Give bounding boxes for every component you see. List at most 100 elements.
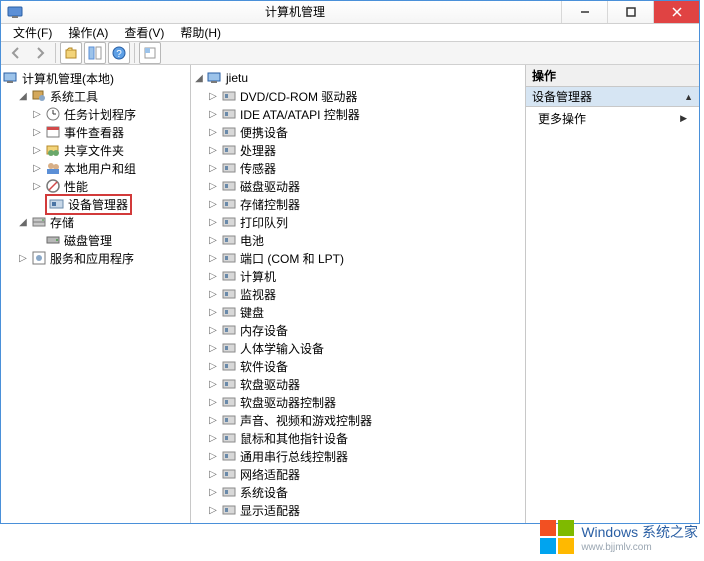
expand-icon[interactable]: ▷ (207, 217, 219, 228)
expand-icon[interactable]: ▷ (207, 433, 219, 444)
actions-section[interactable]: 设备管理器 ▲ (526, 87, 699, 107)
window-buttons (561, 1, 699, 23)
expand-icon[interactable]: ▷ (207, 469, 219, 480)
device-category[interactable]: ▷键盘 (193, 303, 523, 321)
device-category[interactable]: ▷人体学输入设备 (193, 339, 523, 357)
expand-icon[interactable]: ▷ (207, 487, 219, 498)
device-label: IDE ATA/ATAPI 控制器 (240, 106, 360, 123)
device-category[interactable]: ▷ 监视器 (193, 285, 523, 303)
device-icon (221, 196, 237, 212)
device-category[interactable]: ▷网络适配器 (193, 465, 523, 483)
close-button[interactable] (653, 1, 699, 23)
expand-icon[interactable]: ▷ (207, 289, 219, 300)
device-category[interactable]: ▷便携设备 (193, 123, 523, 141)
expand-icon[interactable]: ▷ (207, 145, 219, 156)
forward-button[interactable] (29, 42, 51, 64)
nav-system-tools[interactable]: ◢ 系统工具 (3, 87, 188, 105)
device-category[interactable]: ▷计算机 (193, 267, 523, 285)
nav-event-viewer[interactable]: ▷ 事件查看器 (3, 123, 188, 141)
expand-icon[interactable]: ▷ (207, 199, 219, 210)
properties-button[interactable] (84, 42, 106, 64)
device-category[interactable]: ▷打印队列 (193, 213, 523, 231)
services-icon (31, 250, 47, 266)
expand-icon[interactable]: ▷ (207, 163, 219, 174)
nav-device-manager[interactable]: 设备管理器 (3, 195, 188, 213)
expand-icon[interactable]: ▷ (207, 343, 219, 354)
expand-icon[interactable]: ▷ (207, 325, 219, 336)
expand-icon[interactable]: ▷ (31, 163, 43, 174)
watermark: Windows 系统之家 www.bjjmlv.com (539, 519, 698, 555)
device-category[interactable]: ▷电池 (193, 231, 523, 249)
up-button[interactable] (60, 42, 82, 64)
collapse-icon[interactable]: ◢ (193, 73, 205, 84)
refresh-button[interactable] (139, 42, 161, 64)
expand-icon[interactable]: ▷ (207, 397, 219, 408)
titlebar: 计算机管理 (1, 1, 699, 24)
expand-icon[interactable]: ▷ (207, 91, 219, 102)
device-root[interactable]: ◢ jietu (193, 69, 523, 87)
device-label: 存储控制器 (240, 196, 300, 213)
device-category[interactable]: ▷内存设备 (193, 321, 523, 339)
expand-icon[interactable]: ▷ (31, 181, 43, 192)
menu-view[interactable]: 查看(V) (116, 24, 172, 41)
expand-icon[interactable]: ▷ (207, 235, 219, 246)
device-category[interactable]: ▷ 存储控制器 (193, 195, 523, 213)
device-category[interactable]: ▷ IDE ATA/ATAPI 控制器 (193, 105, 523, 123)
nav-storage[interactable]: ◢ 存储 (3, 213, 188, 231)
back-button[interactable] (5, 42, 27, 64)
device-category[interactable]: ▷端口 (COM 和 LPT) (193, 249, 523, 267)
expand-icon[interactable]: ▷ (207, 109, 219, 120)
expand-icon[interactable]: ▷ (31, 127, 43, 138)
expand-icon[interactable]: ▷ (207, 307, 219, 318)
expand-icon[interactable]: ▷ (207, 253, 219, 264)
device-category[interactable]: ▷软盘驱动器控制器 (193, 393, 523, 411)
expand-icon[interactable]: ▷ (207, 379, 219, 390)
nav-disk-management[interactable]: 磁盘管理 (3, 231, 188, 249)
expand-icon[interactable]: ▷ (207, 181, 219, 192)
nav-local-users[interactable]: ▷ 本地用户和组 (3, 159, 188, 177)
device-label: 监视器 (240, 286, 276, 303)
collapse-icon[interactable]: ◢ (17, 217, 29, 228)
nav-services[interactable]: ▷ 服务和应用程序 (3, 249, 188, 267)
device-label: 通用串行总线控制器 (240, 448, 348, 465)
help-button[interactable]: ? (108, 42, 130, 64)
expand-icon[interactable]: ▷ (31, 145, 43, 156)
maximize-button[interactable] (607, 1, 653, 23)
nav-shared-folders[interactable]: ▷ 共享文件夹 (3, 141, 188, 159)
window-title: 计算机管理 (29, 3, 561, 20)
nav-task-scheduler[interactable]: ▷ 任务计划程序 (3, 105, 188, 123)
device-category[interactable]: ▷磁盘驱动器 (193, 177, 523, 195)
device-category[interactable]: ▷DVD/CD-ROM 驱动器 (193, 87, 523, 105)
expand-icon[interactable]: ▷ (207, 415, 219, 426)
device-category[interactable]: ▷处理器 (193, 141, 523, 159)
performance-icon (45, 178, 61, 194)
expand-icon[interactable]: ▷ (207, 271, 219, 282)
nav-performance[interactable]: ▷ 性能 (3, 177, 188, 195)
menu-file[interactable]: 文件(F) (5, 24, 60, 41)
device-category[interactable]: ▷鼠标和其他指针设备 (193, 429, 523, 447)
body-panes: 计算机管理(本地) ◢ 系统工具 ▷ 任务计划程序 ▷ 事件查看器 (1, 65, 699, 523)
expand-icon[interactable]: ▷ (207, 361, 219, 372)
device-category[interactable]: ▷系统设备 (193, 483, 523, 501)
expand-icon[interactable]: ▷ (31, 109, 43, 120)
expand-icon[interactable]: ▷ (17, 253, 29, 264)
device-category[interactable]: ▷传感器 (193, 159, 523, 177)
device-icon (221, 430, 237, 446)
nav-label: 磁盘管理 (64, 232, 112, 249)
device-category[interactable]: ▷软盘驱动器 (193, 375, 523, 393)
nav-root[interactable]: 计算机管理(本地) (3, 69, 188, 87)
menu-action[interactable]: 操作(A) (60, 24, 116, 41)
device-category[interactable]: ▷显示适配器 (193, 501, 523, 519)
collapse-icon[interactable]: ◢ (17, 91, 29, 102)
minimize-button[interactable] (561, 1, 607, 23)
expand-icon[interactable]: ▷ (207, 505, 219, 516)
menu-help[interactable]: 帮助(H) (172, 24, 229, 41)
nav-label: 共享文件夹 (64, 142, 124, 159)
expand-icon[interactable]: ▷ (207, 451, 219, 462)
event-icon (45, 124, 61, 140)
device-category[interactable]: ▷软件设备 (193, 357, 523, 375)
device-category[interactable]: ▷ 通用串行总线控制器 (193, 447, 523, 465)
more-actions[interactable]: 更多操作 ▶ (526, 107, 699, 129)
device-category[interactable]: ▷声音、视频和游戏控制器 (193, 411, 523, 429)
expand-icon[interactable]: ▷ (207, 127, 219, 138)
